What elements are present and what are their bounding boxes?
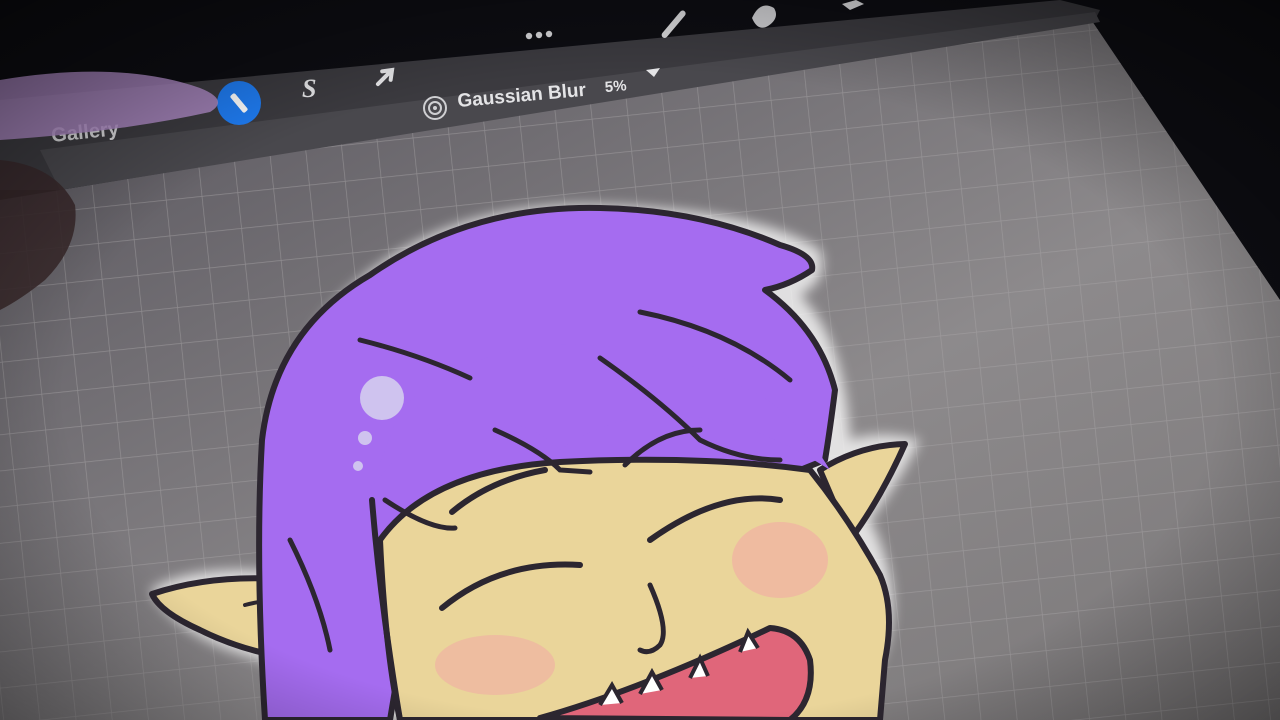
- selection-s-icon: S: [302, 74, 316, 103]
- hair-highlight-large: [360, 376, 404, 420]
- cheek-blush-left: [435, 635, 555, 695]
- procreate-screen: Gallery S Gaussian Blur 5%: [0, 0, 1280, 720]
- actions-wrench-button[interactable]: [217, 81, 261, 125]
- hair-highlight-mid: [358, 431, 372, 445]
- hair-highlight-small: [353, 461, 363, 471]
- selection-button[interactable]: S: [302, 74, 316, 103]
- cheek-blush-right: [732, 522, 828, 598]
- adjustment-value: 5%: [604, 77, 627, 96]
